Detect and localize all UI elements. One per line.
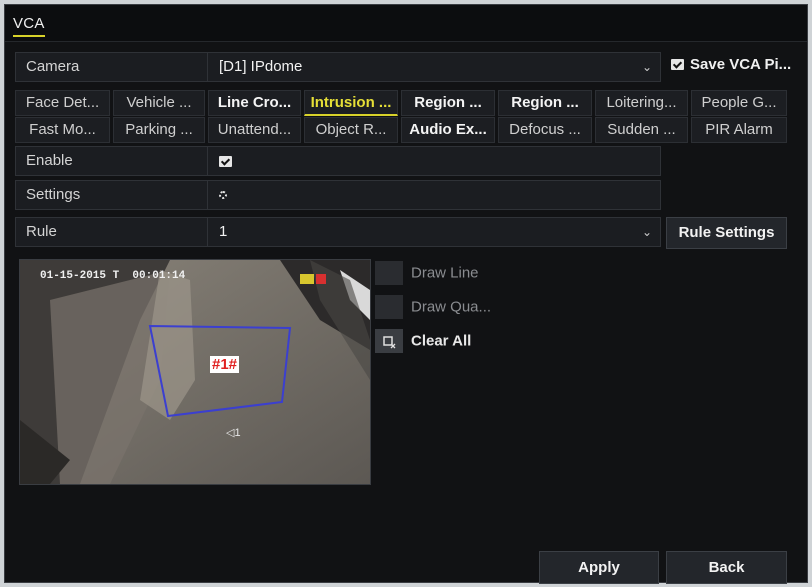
event-tab[interactable]: Audio Ex... (401, 117, 495, 143)
video-timestamp: 01-15-2015 T 00:01:14 (40, 270, 186, 282)
clear-icon (375, 329, 403, 353)
save-vca-checkbox[interactable]: Save VCA Pi... (671, 56, 791, 73)
settings-label: Settings (16, 181, 208, 209)
camera-label: Camera (16, 53, 208, 81)
enable-row: Enable (15, 146, 661, 176)
event-tab[interactable]: Defocus ... (498, 117, 592, 143)
video-preview[interactable]: 01-15-2015 T 00:01:14 #1# ◁1 (19, 259, 371, 485)
rule-value: 1 (219, 223, 228, 240)
back-button[interactable]: Back (666, 551, 787, 584)
clear-all-button[interactable]: Clear All (375, 329, 471, 353)
gear-icon[interactable] (219, 191, 227, 199)
region-label: #1# (210, 356, 240, 373)
settings-row: Settings (15, 180, 661, 210)
enable-label: Enable (16, 147, 208, 175)
camera-value: [D1] IPdome (219, 58, 303, 75)
event-tab[interactable]: Face Det... (15, 90, 110, 116)
rule-row: Rule 1 ⌄ (15, 217, 661, 247)
pencil-icon (375, 261, 403, 285)
camera-row: Camera [D1] IPdome ⌄ (15, 52, 661, 82)
event-tab[interactable]: Region ... (498, 90, 592, 116)
rule-select[interactable]: 1 ⌄ (209, 218, 660, 246)
chevron-down-icon: ⌄ (641, 60, 652, 74)
event-tab[interactable]: Line Cro... (208, 90, 301, 116)
event-tab[interactable]: Unattend... (208, 117, 301, 143)
checkbox-checked-icon (671, 59, 684, 70)
camera-scene (20, 260, 370, 484)
enable-checkbox[interactable] (219, 155, 232, 167)
event-tab[interactable]: Object R... (304, 117, 398, 143)
event-tab[interactable]: Intrusion ... (304, 90, 398, 116)
event-tab[interactable]: Sudden ... (595, 117, 688, 143)
edit-icon (375, 295, 403, 319)
vca-window: VCA Camera [D1] IPdome ⌄ Save VCA Pi... … (4, 4, 808, 584)
chevron-down-icon: ⌄ (641, 225, 652, 239)
event-tab[interactable]: Vehicle ... (113, 90, 205, 116)
rule-settings-button[interactable]: Rule Settings (666, 217, 787, 249)
event-tab[interactable]: Fast Mo... (15, 117, 110, 143)
camera-select[interactable]: [D1] IPdome ⌄ (209, 53, 660, 81)
rule-label: Rule (16, 218, 208, 246)
direction-marker: ◁1 (226, 427, 241, 439)
draw-quad-button[interactable]: Draw Qua... (375, 295, 491, 319)
apply-button[interactable]: Apply (539, 551, 659, 584)
event-tab[interactable]: Region ... (401, 90, 495, 116)
event-tab[interactable]: PIR Alarm (691, 117, 787, 143)
event-tab[interactable]: Parking ... (113, 117, 205, 143)
title-bar: VCA (5, 5, 807, 42)
event-tab[interactable]: Loitering... (595, 90, 688, 116)
save-vca-label: Save VCA Pi... (690, 56, 792, 73)
tab-vca[interactable]: VCA (13, 15, 45, 37)
event-tab[interactable]: People G... (691, 90, 787, 116)
draw-line-button[interactable]: Draw Line (375, 261, 479, 285)
